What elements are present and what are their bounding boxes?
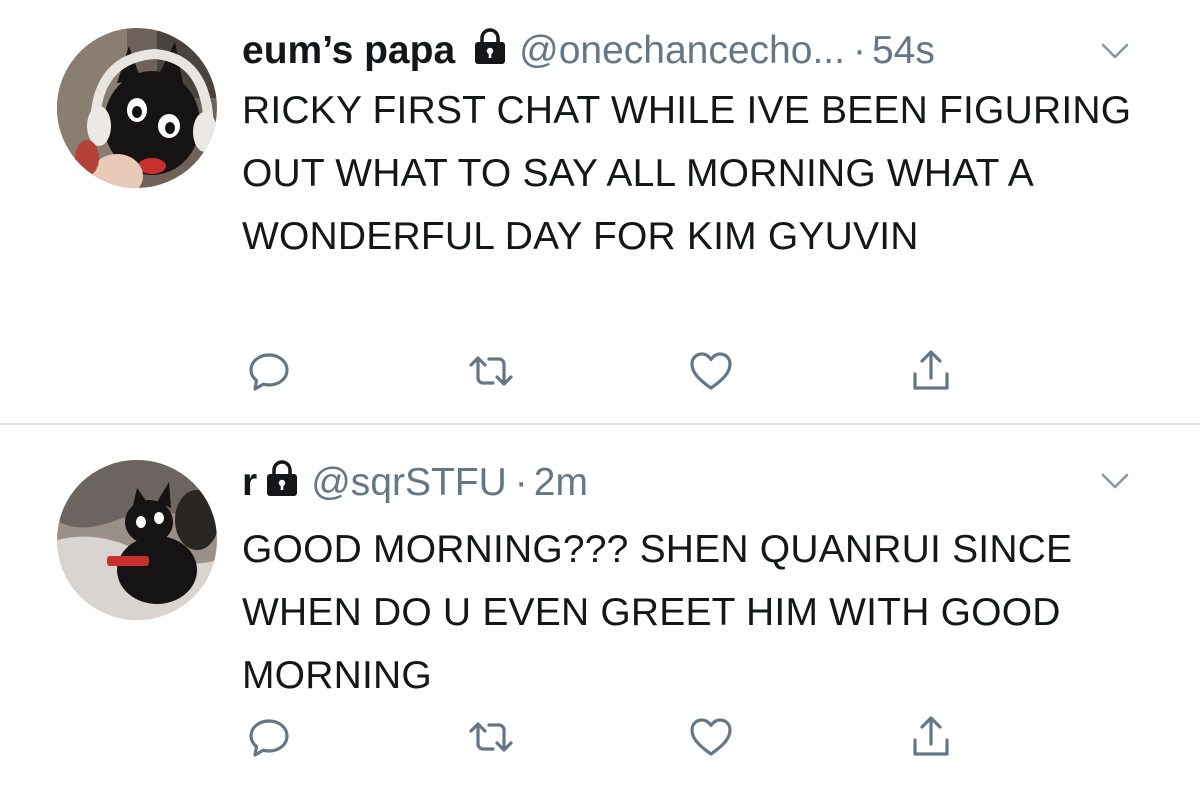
avatar[interactable] <box>57 28 217 188</box>
tweet-text: RICKY FIRST CHAT WHILE IVE BEEN FIGURING… <box>242 89 1132 258</box>
tweet[interactable]: eum’s papa @onechancecho... · 54s RICKY … <box>0 0 1200 424</box>
avatar-image <box>57 28 217 188</box>
reply-icon[interactable] <box>244 346 294 396</box>
tweet-header: r @sqrSTFU · 2m <box>242 458 588 508</box>
handle[interactable]: @onechancecho... <box>519 29 845 73</box>
tweet-header: eum’s papa @onechancecho... · 54s <box>242 26 935 76</box>
retweet-icon[interactable] <box>466 712 516 762</box>
share-icon[interactable] <box>906 346 956 396</box>
divider <box>0 423 1200 425</box>
separator-dot: · <box>852 29 866 72</box>
retweet-icon[interactable] <box>466 346 516 396</box>
tweet[interactable]: r @sqrSTFU · 2m GOOD MORNING??? SHEN QUA… <box>0 426 1200 788</box>
tweet-actions <box>0 346 1200 396</box>
tweet-text: GOOD MORNING??? SHEN QUANRUI SINCE WHEN … <box>242 528 1073 697</box>
chevron-down-icon[interactable] <box>1098 38 1132 64</box>
timestamp[interactable]: 2m <box>534 461 588 505</box>
timestamp[interactable]: 54s <box>872 29 935 73</box>
lock-icon <box>265 459 299 507</box>
avatar-image <box>57 460 217 620</box>
reply-icon[interactable] <box>244 712 294 762</box>
like-icon[interactable] <box>686 346 736 396</box>
display-name[interactable]: eum’s papa <box>242 29 455 73</box>
separator-dot: · <box>514 461 528 504</box>
tweet-actions <box>0 712 1200 762</box>
like-icon[interactable] <box>686 712 736 762</box>
display-name[interactable]: r <box>242 461 257 505</box>
handle[interactable]: @sqrSTFU <box>311 461 507 505</box>
lock-icon <box>473 27 507 75</box>
avatar[interactable] <box>57 460 217 620</box>
share-icon[interactable] <box>906 712 956 762</box>
chevron-down-icon[interactable] <box>1098 468 1132 494</box>
